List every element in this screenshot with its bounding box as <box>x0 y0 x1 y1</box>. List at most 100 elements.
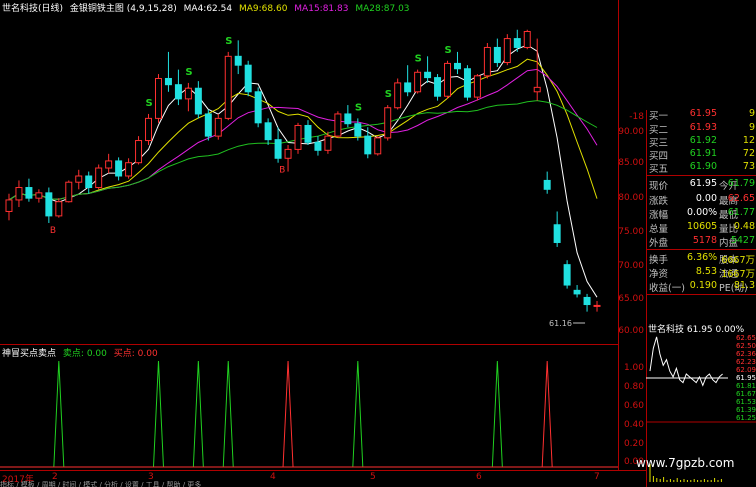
ma9-label: MA9: <box>238 4 262 14</box>
candle <box>184 82 192 112</box>
candle <box>553 211 561 247</box>
stat-value: 8.53 <box>695 266 717 277</box>
bid-volume: 73 <box>742 161 755 172</box>
mini-price-tick: 62.23 <box>735 358 756 366</box>
mini-price-tick: 62.50 <box>735 342 756 350</box>
candle <box>15 180 23 208</box>
stat-value: 81.3 <box>733 280 755 291</box>
candle <box>204 109 212 141</box>
ma4-label: MA4: <box>183 4 207 14</box>
stat-label: 总量 <box>649 224 669 235</box>
oscillator-chart[interactable] <box>0 345 618 470</box>
sell-label: 卖点: <box>62 349 84 359</box>
stat-row: 总量 10605 量比 0.48 <box>647 221 756 235</box>
bid-price: 61.90 <box>689 161 717 172</box>
bid-volume: 9 <box>748 122 755 133</box>
stat-value: 0.190 <box>689 280 717 291</box>
buy-signal-marker: B <box>279 166 285 176</box>
sell-spike <box>152 360 164 468</box>
candle <box>224 51 232 121</box>
stat-row: 净资 8.53 流通 1667万 <box>647 266 756 280</box>
candle <box>453 51 461 75</box>
sell-spike <box>222 360 234 468</box>
mini-price-tick: 62.65 <box>735 334 756 342</box>
bid-label: 买二 <box>649 125 669 136</box>
stat-label: 现价 <box>649 181 669 192</box>
candle <box>434 74 442 101</box>
candle <box>523 29 531 50</box>
bid-label: 买三 <box>649 138 669 149</box>
sell-spike <box>491 360 503 468</box>
candle <box>25 178 33 202</box>
ma15-value: 81.83 <box>322 4 349 14</box>
stat-value: 62.65 <box>727 193 755 204</box>
price-axis-top-label: -18 <box>629 112 644 122</box>
candle <box>5 193 13 221</box>
candle <box>473 74 481 101</box>
sell-signal-marker: S <box>385 89 392 100</box>
oscillator-title-line: 神冒买点卖点 卖点: 0.00 买点: 0.00 <box>2 346 162 359</box>
bid-row-3[interactable]: 买三 61.92 12 <box>647 135 756 149</box>
sell-signal-marker: S <box>445 45 452 56</box>
candle <box>254 87 262 128</box>
stock-title[interactable]: 世名科技(日线) <box>2 4 63 14</box>
indicator-params: (4,9,15,28) <box>126 4 177 14</box>
stat-row: 收益(一) 0.190 PE(动) 81.3 <box>647 280 756 294</box>
candle <box>194 81 202 119</box>
bid-row-5[interactable]: 买五 61.90 73 <box>647 161 756 175</box>
mini-price-tick: 61.81 <box>735 382 756 390</box>
stat-value: 61.79 <box>727 178 755 189</box>
oscillator-axis: 1.00 0.80 0.60 0.40 0.20 0.00 <box>618 345 646 470</box>
buy-signal-marker: B <box>50 226 56 236</box>
candle <box>483 43 491 79</box>
price-tick: 70.00 <box>618 261 644 271</box>
candlestick-chart[interactable]: S S S S S S S B B 61.16 <box>0 0 618 345</box>
indicator-name[interactable]: 金银铜铁主图 <box>70 4 124 14</box>
osc-tick: 0.40 <box>623 420 644 430</box>
stat-value: 0.00% <box>687 207 718 218</box>
bottom-tab-strip[interactable]: 指标 / 模板 / 周期 / 时间 / 模式 / 分析 / 设置 / 工具 / … <box>0 480 646 487</box>
bid-row-2[interactable]: 买二 61.93 9 <box>647 122 756 136</box>
bid-price: 61.93 <box>689 122 717 133</box>
buy-spike <box>541 360 553 468</box>
bid-price: 61.91 <box>689 148 717 159</box>
candle <box>105 153 113 174</box>
stat-value: 6.36% <box>687 252 718 263</box>
mini-price-tick: 61.95 <box>735 374 756 382</box>
stat-value: 10605 <box>687 221 718 232</box>
price-tick: 90.00 <box>618 127 644 137</box>
candle <box>35 189 43 203</box>
candle <box>583 293 591 312</box>
candle <box>45 187 53 223</box>
price-tick: 75.00 <box>618 227 644 237</box>
stat-row: 现价 61.95 今开 61.79 <box>647 178 756 192</box>
stat-row: 涨跌 0.00 最高 62.65 <box>647 193 756 207</box>
candle <box>145 113 153 145</box>
candle <box>334 111 342 138</box>
bid-row-1[interactable]: 买一 61.95 9 <box>647 108 756 122</box>
bid-label: 买一 <box>649 111 669 122</box>
stat-value: 5427 <box>730 235 755 246</box>
candle <box>65 180 73 203</box>
candle <box>444 60 452 99</box>
price-tick: 60.00 <box>618 326 644 336</box>
oscillator-name[interactable]: 神冒买点卖点 <box>2 349 56 359</box>
divider <box>647 294 756 295</box>
price-tick: 65.00 <box>618 294 644 304</box>
candle <box>404 65 412 97</box>
candle <box>573 285 581 298</box>
sell-spike <box>192 360 204 468</box>
buy-value: 0.00 <box>137 349 158 359</box>
ma28-value: 87.03 <box>383 4 410 14</box>
stat-row: 换手 6.36% 股本 6667万 <box>647 252 756 266</box>
candle <box>304 120 312 145</box>
sell-value: 0.00 <box>86 349 107 359</box>
stat-label: 外盘 <box>649 238 669 249</box>
sell-signal-marker: S <box>146 98 153 109</box>
bid-row-4[interactable]: 买四 61.91 72 <box>647 148 756 162</box>
price-axis: -18 90.00 85.00 80.00 75.00 70.00 65.00 … <box>618 0 646 345</box>
candle <box>154 74 162 123</box>
buy-spike <box>282 360 294 468</box>
stat-label: 净资 <box>649 269 669 280</box>
bid-label: 买四 <box>649 151 669 162</box>
